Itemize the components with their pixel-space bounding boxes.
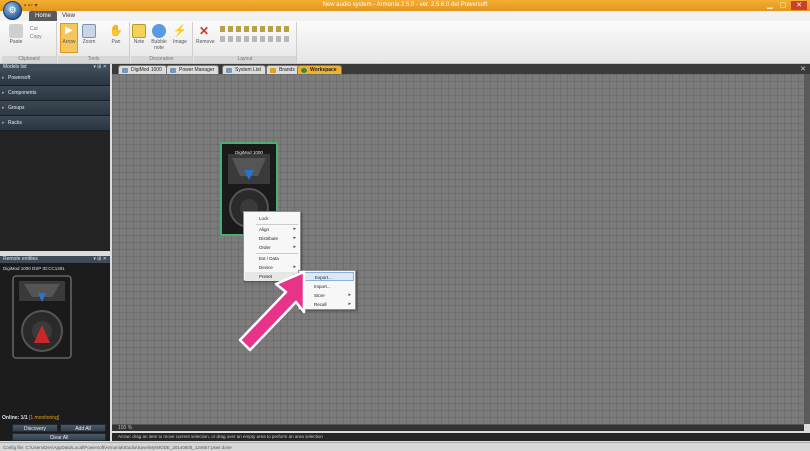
online-status: Online: 1/1 [1 monitoring]	[2, 415, 59, 421]
hand-icon: ✋	[109, 25, 123, 37]
workspace-canvas[interactable]	[112, 74, 804, 424]
group-label: Decoration	[131, 56, 192, 63]
remove-button[interactable]: ✕ Remove	[196, 24, 215, 45]
tab-digimod-1000[interactable]: DigiMod 1000	[118, 65, 167, 74]
button-label: Note	[133, 39, 145, 45]
button-label: Arrow	[62, 39, 76, 45]
note-icon	[132, 24, 146, 38]
tab-view[interactable]: View	[56, 11, 81, 21]
note-button[interactable]: Note	[131, 24, 147, 45]
bubble-note-button[interactable]: Bubble note	[150, 24, 168, 51]
tree-item-racks[interactable]: Racks	[0, 116, 110, 131]
tab-brands[interactable]: Brands	[266, 65, 300, 74]
menu-item-distribute[interactable]: Distribute ▸	[245, 234, 299, 243]
pan-tool-button[interactable]: ✋ Pan	[108, 24, 124, 45]
tab-home[interactable]: Home	[29, 11, 58, 21]
menu-item-label: Align	[259, 227, 270, 232]
remote-entity-label[interactable]: DigiMod 1000 DSP ID:CC1491	[3, 266, 107, 272]
order-tools-row[interactable]	[220, 36, 290, 42]
zoom-tool-button[interactable]: Zoom	[81, 24, 97, 45]
zoom-icon	[82, 24, 96, 38]
tab-system-list[interactable]: System List	[222, 65, 266, 74]
submenu-arrow-icon: ▸	[348, 292, 351, 298]
tab-power-manager[interactable]: Power Manager	[166, 65, 220, 74]
monitoring-status: [1 monitoring]	[28, 415, 60, 421]
menu-item-label: Lock	[259, 216, 269, 221]
vertical-scrollbar[interactable]	[804, 74, 810, 424]
panel-title: Models list	[3, 64, 27, 70]
add-all-button[interactable]: Add All	[60, 424, 106, 432]
submenu-arrow-icon: ▸	[293, 226, 296, 232]
window-title: New audio system - Armonía 2.5.0 - ver. …	[322, 2, 488, 8]
panel-header: Remote entities ▾ ⊞ ✕	[0, 256, 110, 263]
remove-icon: ✕	[198, 24, 210, 38]
tool-hint-status: Arrow: drag an item to move current sele…	[112, 433, 810, 441]
tree-item-powersoft[interactable]: Powersoft	[0, 71, 110, 86]
tab-workspace[interactable]: Workspace	[297, 65, 342, 74]
menu-item-label: Recall	[314, 302, 327, 307]
button-label: Pan	[111, 39, 121, 45]
tree-item-components[interactable]: Components	[0, 86, 110, 101]
tree-item-groups[interactable]: Groups	[0, 101, 110, 116]
models-list-panel: Models list ▾ ⊞ ✕ Powersoft Components G…	[0, 64, 110, 251]
menu-item-order[interactable]: Order ▸	[245, 243, 299, 252]
image-button[interactable]: ⚡ Image	[172, 24, 188, 45]
online-count: Online: 1/1	[2, 415, 28, 421]
clear-all-button[interactable]: Clear All	[12, 433, 106, 441]
copy-button[interactable]: Copy	[30, 34, 42, 40]
device-label: DigiMod 1000	[235, 150, 263, 155]
maximize-button[interactable]: ▢	[777, 1, 789, 10]
menu-item-label: Export...	[315, 275, 332, 280]
button-label: Paste	[9, 39, 23, 45]
button-label: Zoom	[82, 39, 96, 45]
button-label: Image	[173, 39, 187, 45]
application-menu-orb[interactable]: ⚙	[3, 1, 22, 20]
submenu-arrow-icon: ▸	[348, 301, 351, 307]
menu-item-lock[interactable]: Lock	[245, 214, 299, 223]
panel-header: Models list ▾ ⊞ ✕	[0, 64, 110, 71]
arrow-tool-button[interactable]: ▶ Arrow	[60, 23, 78, 53]
menu-item-ext-data[interactable]: Ext / Data	[245, 254, 299, 263]
group-label: Layout	[194, 56, 296, 63]
group-label: Tools	[58, 56, 129, 63]
horizontal-scrollbar[interactable]	[112, 424, 804, 431]
minimize-button[interactable]: ▁	[764, 1, 776, 10]
image-icon: ⚡	[173, 25, 187, 37]
discovery-button[interactable]: Discovery	[12, 424, 58, 432]
menu-item-align[interactable]: Align ▸	[245, 225, 299, 234]
zoom-level[interactable]: 100 %	[118, 425, 132, 431]
app-window: ⚙ ▪ ↩ ▾ New audio system - Armonía 2.5.0…	[0, 0, 810, 451]
cut-button[interactable]: Cut	[30, 26, 38, 32]
align-tools-row[interactable]	[220, 26, 290, 32]
ribbon-tab-row	[0, 11, 810, 21]
close-document-icon[interactable]: ✕	[800, 65, 806, 73]
paste-icon	[9, 24, 23, 38]
menu-item-label: Ext / Data	[259, 256, 279, 261]
submenu-arrow-icon: ▸	[293, 244, 296, 250]
status-bar-path: Config file: C:\Users\Dev\AppData\Local\…	[0, 442, 810, 451]
menu-item-label: Import...	[314, 284, 331, 289]
panel-title: Remote entities	[3, 256, 38, 262]
menu-item-label: Store	[314, 293, 325, 298]
group-label: Clipboard	[2, 56, 56, 63]
button-label: Remove	[196, 39, 215, 45]
remote-device-thumbnail[interactable]	[12, 275, 72, 359]
close-button[interactable]: ✕	[791, 1, 807, 10]
panel-controls[interactable]: ▾ ⊞ ✕	[93, 64, 107, 71]
bubble-icon	[152, 24, 166, 38]
menu-item-label: Order	[259, 245, 271, 250]
menu-item-label: Distribute	[259, 236, 279, 241]
paste-button[interactable]: Paste	[8, 24, 24, 45]
button-label: Bubble note	[151, 39, 167, 51]
submenu-arrow-icon: ▸	[293, 235, 296, 241]
panel-controls[interactable]: ▾ ⊞ ✕	[93, 256, 107, 263]
annotation-arrow-icon	[238, 270, 306, 352]
cursor-icon: ▶	[65, 25, 73, 36]
